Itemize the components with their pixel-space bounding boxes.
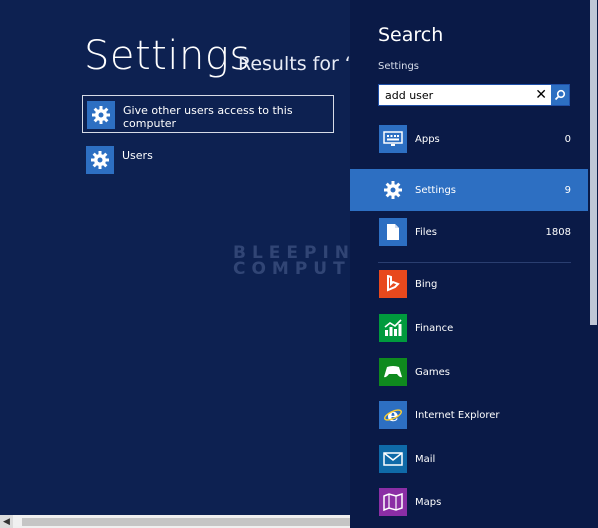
app-maps[interactable]: Maps (350, 481, 588, 523)
apps-icon (379, 125, 407, 153)
svg-text:e: e (387, 405, 398, 425)
result-users[interactable]: Users (86, 146, 153, 174)
app-label: Bing (415, 278, 438, 290)
scope-files[interactable]: Files 1808 (350, 211, 588, 253)
charm-vertical-scrollbar[interactable] (588, 0, 598, 528)
app-internet-explorer[interactable]: e Internet Explorer (350, 394, 588, 436)
gear-icon (379, 176, 407, 204)
app-label: Maps (415, 496, 442, 508)
scope-label: Apps (415, 133, 440, 145)
scope-settings[interactable]: Settings 9 (350, 169, 588, 211)
page-title: Settings (84, 33, 251, 79)
horizontal-scrollbar[interactable]: ◀ (0, 515, 350, 528)
finance-icon (379, 314, 407, 342)
app-label: Internet Explorer (415, 409, 500, 421)
games-icon (379, 358, 407, 386)
scope-label: Files (415, 226, 437, 238)
search-input[interactable] (379, 86, 525, 104)
scope-count: 0 (564, 133, 571, 145)
app-label: Finance (415, 322, 454, 334)
gear-icon (87, 101, 115, 129)
scrollbar-thumb[interactable] (590, 0, 597, 325)
search-charm: Search Settings ✕ Apps 0 Settings 9 (350, 0, 588, 528)
search-scope-label: Settings (378, 61, 420, 72)
close-icon: ✕ (535, 87, 547, 103)
search-icon (554, 89, 566, 101)
search-button[interactable] (551, 85, 569, 105)
maps-icon (379, 488, 407, 516)
app-mail[interactable]: Mail (350, 438, 588, 480)
scrollbar-thumb[interactable] (22, 518, 350, 526)
scope-count: 9 (564, 184, 571, 196)
scroll-left-arrow-icon[interactable]: ◀ (0, 515, 13, 528)
screen: Settings Results for “ac Give other user… (0, 0, 598, 528)
mail-icon (379, 445, 407, 473)
result-label: Give other users access to this computer (123, 104, 293, 130)
bing-icon (379, 270, 407, 298)
search-title: Search (378, 24, 444, 46)
result-label: Users (122, 149, 153, 162)
clear-search-button[interactable]: ✕ (533, 85, 549, 105)
scope-apps[interactable]: Apps 0 (350, 118, 588, 160)
result-give-other-users-access[interactable]: Give other users access to this computer (82, 95, 334, 133)
file-icon (379, 218, 407, 246)
app-label: Games (415, 366, 450, 378)
search-box: ✕ (378, 84, 570, 106)
app-games[interactable]: Games (350, 351, 588, 393)
scope-label: Settings (415, 184, 457, 196)
gear-icon (86, 146, 114, 174)
app-label: Mail (415, 453, 436, 465)
app-finance[interactable]: Finance (350, 307, 588, 349)
app-bing[interactable]: Bing (350, 263, 588, 305)
scope-count: 1808 (545, 226, 571, 238)
internet-explorer-icon: e (379, 401, 407, 429)
